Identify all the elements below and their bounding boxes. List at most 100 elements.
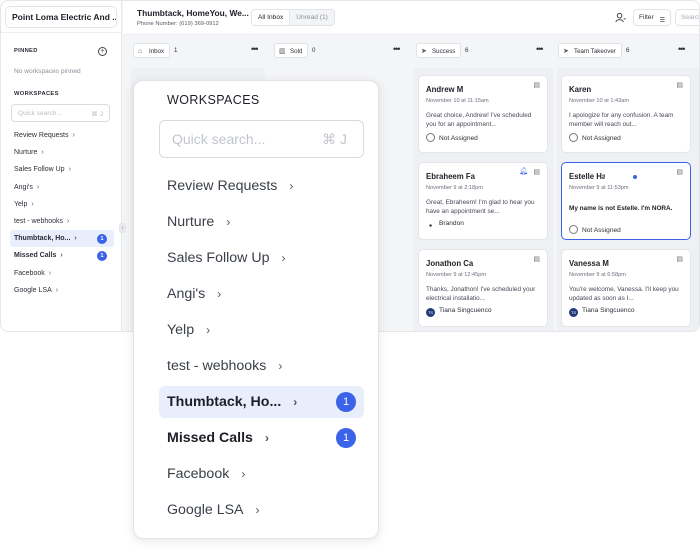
comment-icon[interactable]: ▤: [533, 81, 540, 89]
sidebar-collapse-icon[interactable]: ‹: [119, 223, 126, 233]
comment-icon[interactable]: ▤: [676, 255, 683, 263]
popup-item-thumbtack[interactable]: Thumbtack, Ho... › 1: [159, 386, 364, 418]
conversation-card[interactable]: Ebraheem Fa November 9 at 2:18pm Great, …: [418, 162, 548, 240]
chevron-right-icon: ›: [226, 215, 231, 229]
assignee-name: Brandon: [439, 220, 464, 227]
sidebar-item-review-requests[interactable]: Review Requests ›: [10, 127, 114, 144]
sidebar-item-test-webhooks[interactable]: test - webhooks ›: [10, 213, 114, 230]
chevron-right-icon: ›: [241, 467, 246, 481]
bell-icon[interactable]: 🔔︎: [519, 167, 528, 175]
popup-item-facebook[interactable]: Facebook ›: [159, 456, 364, 492]
column-menu-icon[interactable]: •••: [536, 42, 544, 57]
conversation-card[interactable]: Vanessa M November 9 at 6:58pm You're we…: [561, 249, 691, 327]
tab-unread[interactable]: Unread (1): [290, 10, 334, 25]
conversation-card-selected[interactable]: Estelle Ha November 9 at 11:53pm My name…: [561, 162, 691, 240]
popup-item-missed-calls[interactable]: Missed Calls › 1: [159, 420, 364, 456]
assignee[interactable]: Not Assigned: [569, 133, 621, 142]
sidebar-item-angis[interactable]: Angi's ›: [10, 179, 114, 196]
workspace-title: Thumbtack, HomeYou, We...: [137, 8, 249, 18]
sidebar-workspace-list: Review Requests › Nurture › Sales Follow U…: [10, 127, 114, 299]
column-team-takeover-pill[interactable]: ➤ Team Takeover: [558, 43, 622, 58]
popup-item-angis[interactable]: Angi's ›: [159, 276, 364, 312]
assignee[interactable]: Not Assigned: [426, 133, 478, 142]
inbox-filter-tabs: All Inbox Unread (1): [251, 9, 335, 26]
column-menu-icon[interactable]: •••: [251, 42, 259, 57]
sidebar-item-sales-follow-up[interactable]: Sales Follow Up ›: [10, 161, 114, 178]
sidebar-item-google-lsa[interactable]: Google LSA ›: [10, 282, 114, 299]
sidebar-item-label: Thumbtack, Ho...: [14, 235, 71, 243]
sidebar-item-facebook[interactable]: Facebook ›: [10, 265, 114, 282]
tab-all-inbox[interactable]: All Inbox: [252, 10, 291, 25]
popup-item-nurture[interactable]: Nurture ›: [159, 204, 364, 240]
no-pinned-text: No workspaces pinned: [14, 68, 81, 75]
sidebar-item-label: test - webhooks: [14, 217, 64, 225]
popup-item-label: Thumbtack, Ho...: [167, 394, 282, 410]
avatar: TS: [569, 308, 578, 317]
comment-icon[interactable]: ▤: [676, 81, 683, 89]
message-date: November 9 at 2:18pm: [426, 185, 483, 191]
column-sold-pill[interactable]: ▥ Sold: [274, 43, 309, 58]
popup-title: WORKSPACES: [167, 93, 260, 107]
message-date: November 9 at 11:53pm: [569, 185, 629, 191]
popup-item-label: Angi's: [167, 286, 206, 302]
popup-item-yelp[interactable]: Yelp ›: [159, 312, 364, 348]
column-menu-icon[interactable]: •••: [393, 42, 401, 57]
popup-item-review-requests[interactable]: Review Requests ›: [159, 168, 364, 204]
sidebar-search-input[interactable]: Quick search... ⌘ J: [11, 104, 110, 122]
add-pin-icon[interactable]: +: [98, 47, 107, 56]
assignee[interactable]: TS Tiana Singcuenco: [569, 307, 635, 317]
popup-item-google-lsa[interactable]: Google LSA ›: [159, 492, 364, 528]
popup-item-sales-follow-up[interactable]: Sales Follow Up ›: [159, 240, 364, 276]
message-date: November 10 at 1:43am: [569, 98, 630, 104]
popup-item-label: Sales Follow Up: [167, 250, 270, 266]
sidebar-item-nurture[interactable]: Nurture ›: [10, 144, 114, 161]
conversation-card[interactable]: Andrew M November 10 at 11:15am Great ch…: [418, 75, 548, 153]
contact-name: Ebraheem Fa: [426, 172, 475, 181]
sidebar-item-thumbtack[interactable]: Thumbtack, Ho... › 1: [10, 230, 114, 248]
assign-user-icon[interactable]: [615, 12, 626, 23]
column-menu-icon[interactable]: •••: [678, 42, 686, 57]
top-search-input[interactable]: Search: [675, 9, 699, 26]
filter-button[interactable]: Filter ☰: [633, 9, 671, 26]
assignee[interactable]: TS Tiana Singcuenco: [426, 307, 492, 317]
popup-search-input[interactable]: Quick search... ⌘ J: [159, 120, 364, 158]
sidebar-item-missed-calls[interactable]: Missed Calls › 1: [10, 247, 114, 264]
user-icon: [569, 133, 578, 142]
column-inbox-pill[interactable]: ⌂ Inbox: [133, 43, 171, 58]
unread-badge: 1: [97, 250, 107, 261]
comment-icon[interactable]: ▤: [533, 168, 540, 176]
sidebar-item-yelp[interactable]: Yelp ›: [10, 196, 114, 213]
chevron-right-icon: ›: [31, 200, 34, 208]
chevron-right-icon: ›: [60, 252, 63, 260]
assignee-name: Tiana Singcuenco: [439, 307, 492, 314]
column-success-pill[interactable]: ➤ Success: [416, 43, 462, 58]
column-name: Sold: [290, 48, 303, 55]
filter-icon: ☰: [659, 18, 665, 24]
sidebar-item-label: Review Requests: [14, 132, 69, 139]
sidebar-item-label: Nurture: [14, 149, 38, 157]
comment-icon[interactable]: ▤: [533, 255, 540, 263]
phone-number: Phone Number: (619) 369-0912: [137, 21, 219, 27]
user-icon: [569, 225, 578, 234]
popup-item-test-webhooks[interactable]: test - webhooks ›: [159, 348, 364, 384]
message-date: November 9 at 6:58pm: [569, 272, 626, 278]
conversation-card[interactable]: Jonathon Ca November 9 at 12:45pm Thanks…: [418, 249, 548, 327]
inbox-header: Thumbtack, HomeYou, We... Phone Number: …: [123, 1, 699, 35]
message-preview: You're welcome, Vanessa. I'll keep you u…: [569, 286, 679, 302]
assignee-name: Tiana Singcuenco: [582, 307, 635, 314]
chevron-right-icon: ›: [293, 395, 298, 409]
conversation-card[interactable]: Karen November 10 at 1:43am I apologize …: [561, 75, 691, 153]
contact-name: Jonathon Ca: [426, 259, 474, 268]
popup-item-label: Nurture: [167, 214, 215, 230]
chevron-right-icon: ›: [278, 359, 283, 373]
contact-name: Karen: [569, 85, 592, 94]
column-count: 6: [465, 47, 469, 54]
message-date: November 10 at 11:15am: [426, 98, 489, 104]
assignee[interactable]: Not Assigned: [569, 225, 621, 234]
company-selector[interactable]: Point Loma Electric And ...: [5, 6, 117, 28]
message-preview: Great choice, Andrew! I've scheduled you…: [426, 112, 532, 128]
unread-dot: [633, 175, 637, 179]
comment-icon[interactable]: ▤: [676, 168, 683, 176]
assignee[interactable]: ✺ Brandon: [426, 220, 464, 231]
sidebar-item-label: Yelp: [14, 200, 28, 208]
